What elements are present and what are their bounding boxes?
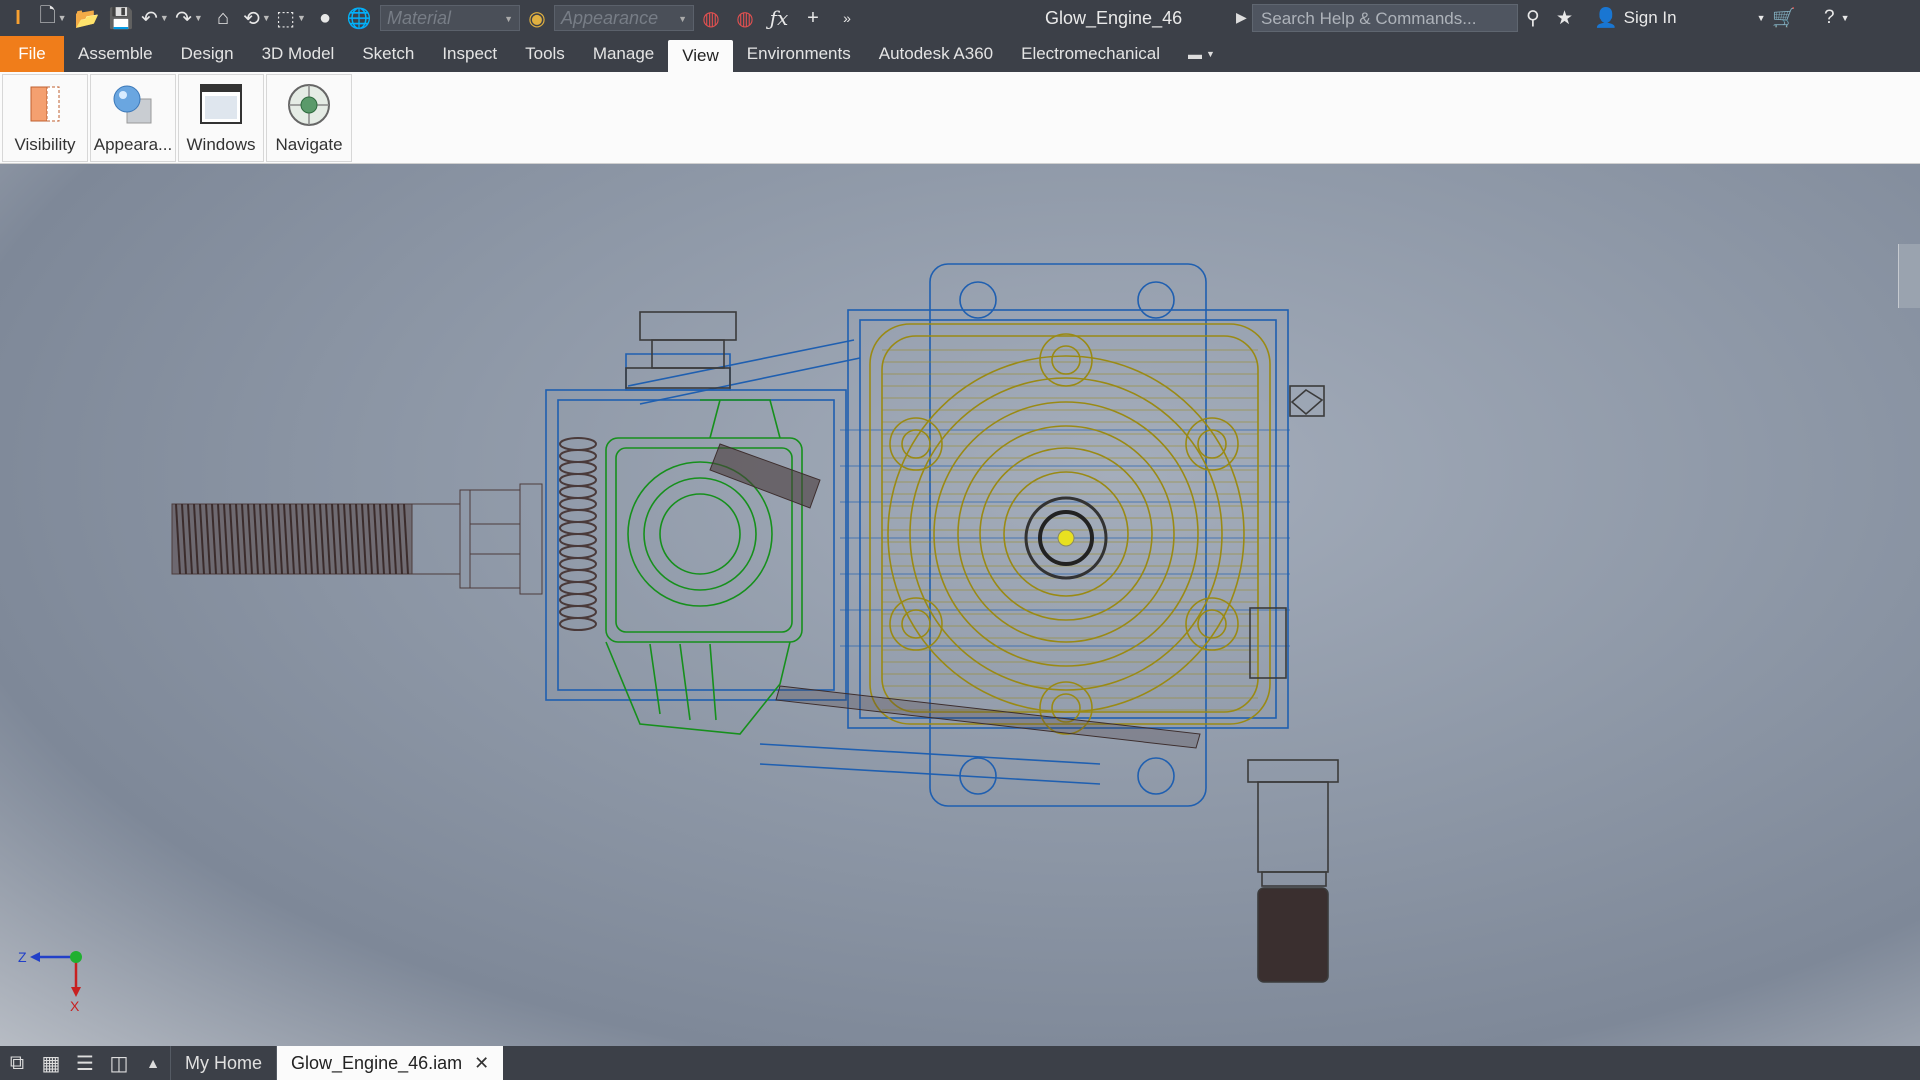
ribbon-tabs: File Assemble Design 3D Model Sketch Ins… <box>0 36 1920 72</box>
cascade-windows-icon[interactable]: ⧉ <box>0 1046 34 1080</box>
material-combo-text: Material <box>387 7 452 28</box>
document-title: Glow_Engine_46 <box>1045 8 1183 28</box>
clear-appearance-icon[interactable]: ◍ <box>728 3 762 33</box>
tab-view[interactable]: View <box>668 40 733 72</box>
tab-design[interactable]: Design <box>167 36 248 72</box>
sign-in-button[interactable]: 👤 Sign In ▼ <box>1594 4 1766 32</box>
search-input[interactable]: Search Help & Commands... <box>1252 4 1518 32</box>
tab-glow-engine-doc[interactable]: Glow_Engine_46.iam ✕ <box>276 1046 504 1080</box>
color-override-icon[interactable]: ● <box>308 3 342 33</box>
chevron-down-icon: ▼ <box>678 14 687 24</box>
triad-z-label: Z <box>18 949 27 965</box>
new-file-icon[interactable]: 🗋 ▼ <box>36 3 70 33</box>
document-tab-bar: ⧉ ▦ ☰ ◫ ▲ My Home Glow_Engine_46.iam ✕ <box>0 1046 1920 1080</box>
appearance-icon <box>113 85 152 124</box>
tab-autodesk-a360[interactable]: Autodesk A360 <box>865 36 1007 72</box>
tab-assemble[interactable]: Assemble <box>64 36 167 72</box>
close-icon[interactable]: ✕ <box>474 1053 489 1074</box>
ribbon-options-button[interactable]: ▬ ▼ <box>1188 36 1215 72</box>
ribbon-panel: Visibility Appeara... Windows Navigate <box>0 72 1920 164</box>
function-icon[interactable]: ƒx <box>762 3 796 33</box>
windows-label: Windows <box>186 135 256 154</box>
appearance-sphere-icon[interactable]: ◉ <box>520 3 554 33</box>
user-icon: 👤 <box>1594 8 1618 29</box>
select-filter-icon[interactable]: ⬚ ▼ <box>274 3 308 33</box>
navigate-button[interactable]: Navigate <box>266 74 352 162</box>
appearance-label: Appeara... <box>93 135 173 154</box>
globe-icon[interactable]: 🌐 <box>342 3 376 33</box>
binoculars-icon[interactable]: ⚲ <box>1526 4 1540 32</box>
viewcube-tab[interactable] <box>1898 244 1920 308</box>
save-icon[interactable]: 💾 <box>104 3 138 33</box>
triad-x-label: X <box>70 998 80 1013</box>
appearance-combo[interactable]: Appearance ▼ <box>554 5 694 31</box>
crank-hub <box>1024 496 1108 580</box>
tile-vertical-icon[interactable]: ◫ <box>102 1046 136 1080</box>
carburetor <box>605 399 803 735</box>
windows-button[interactable]: Windows <box>178 74 264 162</box>
tab-tools[interactable]: Tools <box>511 36 579 72</box>
help-icon[interactable]: ? ▼ <box>1824 4 1850 32</box>
material-combo[interactable]: Material ▼ <box>380 5 520 31</box>
axis-triad: Z X <box>18 949 82 1013</box>
chevron-down-icon: ▼ <box>1756 13 1766 23</box>
favorites-star-icon[interactable]: ★ <box>1556 4 1573 32</box>
expand-up-icon[interactable]: ▲ <box>136 1046 170 1080</box>
spring <box>559 437 597 631</box>
play-arrow-icon[interactable]: ▶ <box>1236 9 1247 26</box>
doc-tab-label: Glow_Engine_46.iam <box>291 1052 463 1073</box>
update-icon[interactable]: ⟲ ▼ <box>240 3 274 33</box>
tab-environments[interactable]: Environments <box>733 36 865 72</box>
navigate-label: Navigate <box>275 135 343 154</box>
chevron-down-icon: ▼ <box>504 14 513 24</box>
plus-icon[interactable]: + <box>796 3 830 33</box>
windows-icon <box>200 84 242 124</box>
redo-icon[interactable]: ↷ ▼ <box>172 3 206 33</box>
tile-horizontal-icon[interactable]: ☰ <box>68 1046 102 1080</box>
tab-file[interactable]: File <box>0 36 64 72</box>
visibility-label: Visibility <box>14 135 76 154</box>
appearance-button[interactable]: Appeara... <box>90 74 176 162</box>
tab-electromechanical[interactable]: Electromechanical <box>1007 36 1174 72</box>
threaded-rod <box>171 483 543 595</box>
chevron-down-icon: ▼ <box>1206 49 1215 59</box>
tab-my-home[interactable]: My Home <box>170 1046 276 1080</box>
graphics-viewport[interactable]: Z X <box>0 164 1920 1046</box>
engine-wireframe-model <box>171 263 1339 983</box>
tab-inspect[interactable]: Inspect <box>428 36 511 72</box>
cart-icon[interactable]: 🛒 <box>1772 4 1796 32</box>
tab-manage[interactable]: Manage <box>579 36 668 72</box>
tab-3d-model[interactable]: 3D Model <box>248 36 349 72</box>
visibility-icon <box>30 86 60 122</box>
navigate-icon <box>288 84 330 126</box>
my-home-label: My Home <box>185 1052 263 1073</box>
home-icon[interactable]: ⌂ <box>206 3 240 33</box>
open-folder-icon[interactable]: 📂 <box>70 3 104 33</box>
tile-grid-icon[interactable]: ▦ <box>34 1046 68 1080</box>
undo-icon[interactable]: ↶ ▼ <box>138 3 172 33</box>
sign-in-label: Sign In <box>1623 8 1677 27</box>
app-logo-icon[interactable]: I <box>0 3 36 33</box>
visibility-button[interactable]: Visibility <box>2 74 88 162</box>
adjust-appearance-icon[interactable]: ◍ <box>694 3 728 33</box>
appearance-combo-text: Appearance <box>561 7 659 28</box>
tab-sketch[interactable]: Sketch <box>348 36 428 72</box>
camera-icon: ▬ <box>1188 46 1203 62</box>
top-fitting <box>625 311 737 389</box>
glow-plug <box>1247 385 1339 983</box>
more-icon[interactable]: » <box>830 3 864 33</box>
